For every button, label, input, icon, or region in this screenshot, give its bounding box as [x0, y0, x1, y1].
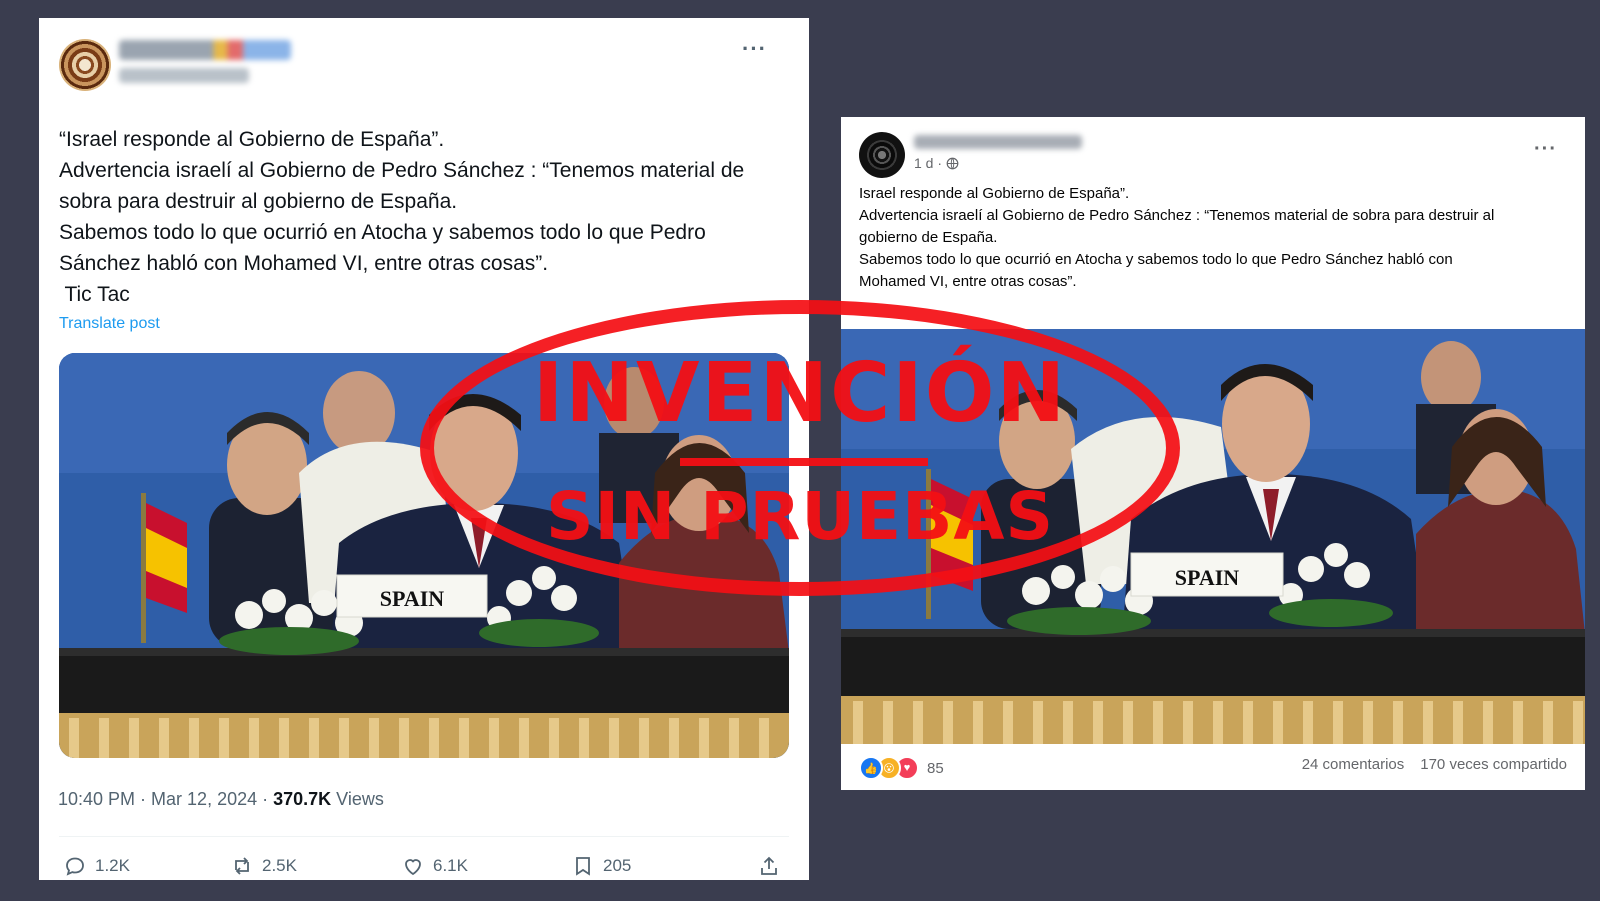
- placard-label: SPAIN: [1175, 565, 1239, 590]
- tweet-views-count: 370.7K: [273, 789, 332, 809]
- facebook-author-avatar[interactable]: [859, 132, 905, 178]
- reactions-summary[interactable]: 👍 😮 ♥ 85: [859, 756, 944, 780]
- facebook-text-line: Advertencia israelí al Gobierno de Pedro…: [859, 207, 1495, 224]
- tweet-text-line: “Israel responde al Gobierno de España”.: [59, 128, 445, 151]
- tweet-author-name-blurred[interactable]: [119, 40, 291, 60]
- repost-icon: [235, 857, 249, 875]
- like-button[interactable]: 6.1K: [401, 854, 468, 878]
- like-icon: [405, 859, 421, 876]
- facebook-text-line: Sabemos todo lo que ocurrió en Atocha y …: [859, 251, 1453, 268]
- tweet-text: “Israel responde al Gobierno de España”.…: [59, 124, 789, 310]
- tweet-text-line: Tic Tac: [59, 283, 130, 306]
- globe-icon: [946, 157, 959, 169]
- reply-icon: [66, 857, 84, 876]
- facebook-author-name-blurred[interactable]: [914, 135, 1082, 149]
- facebook-post-footer: 👍 😮 ♥ 85 24 comentarios 170 veces compar…: [859, 756, 1567, 780]
- tweet-text-line: sobra para destruir al gobierno de Españ…: [59, 190, 458, 213]
- repost-count: 2.5K: [262, 856, 297, 875]
- tweet-views-label: Views: [331, 789, 384, 809]
- facebook-text-line: Israel responde al Gobierno de España”.: [859, 185, 1130, 202]
- facebook-post-text: Israel responde al Gobierno de España”. …: [859, 183, 1569, 293]
- facebook-time-label: 1 d ·: [914, 155, 943, 171]
- bookmark-button[interactable]: 205: [571, 854, 631, 878]
- repost-button[interactable]: 2.5K: [230, 854, 297, 878]
- tweet-timestamp-row: 10:40 PM · Mar 12, 2024 · 370.7K Views: [58, 789, 384, 810]
- share-icon: [761, 856, 777, 875]
- reactions-count: 85: [927, 759, 944, 777]
- tweet-action-bar: 1.2K 2.5K 6.1K 205: [59, 854, 789, 882]
- tweet-time[interactable]: 10:40 PM · Mar 12, 2024 ·: [58, 789, 273, 809]
- facebook-more-options-button[interactable]: ···: [1534, 138, 1557, 161]
- stamp-title: INVENCIÓN: [532, 346, 1068, 441]
- facebook-text-line: Mohamed VI, entre otras cosas”.: [859, 273, 1077, 290]
- placard-label: SPAIN: [380, 586, 444, 611]
- tweet-text-line: Sánchez habló con Mohamed VI, entre otra…: [59, 252, 549, 275]
- divider: [59, 836, 789, 837]
- tweet-text-line: Advertencia israelí al Gobierno de Pedro…: [59, 159, 745, 182]
- tweet-author-avatar[interactable]: [59, 39, 111, 91]
- stamp-subtitle: SIN PRUEBAS: [545, 478, 1055, 555]
- engagement-stats: 24 comentarios 170 veces compartido: [1302, 756, 1567, 773]
- like-count: 6.1K: [433, 856, 468, 875]
- translate-post-link[interactable]: Translate post: [59, 315, 160, 333]
- reply-button[interactable]: 1.2K: [63, 854, 130, 878]
- share-button[interactable]: [757, 854, 781, 878]
- reply-count: 1.2K: [95, 856, 130, 875]
- shares-count[interactable]: 170 veces compartido: [1420, 756, 1567, 773]
- tweet-text-line: Sabemos todo lo que ocurrió en Atocha y …: [59, 221, 706, 244]
- bookmark-icon: [576, 857, 590, 876]
- facebook-text-line: gobierno de España.: [859, 229, 998, 246]
- tweet-more-options-button[interactable]: ···: [742, 38, 767, 60]
- stamp-divider: [680, 458, 928, 466]
- facebook-post-time[interactable]: 1 d ·: [914, 155, 959, 171]
- comments-count[interactable]: 24 comentarios: [1302, 756, 1405, 773]
- like-reaction-icon: 👍: [859, 756, 883, 780]
- tweet-author-handle-blurred[interactable]: [119, 68, 249, 83]
- bookmark-count: 205: [603, 856, 632, 875]
